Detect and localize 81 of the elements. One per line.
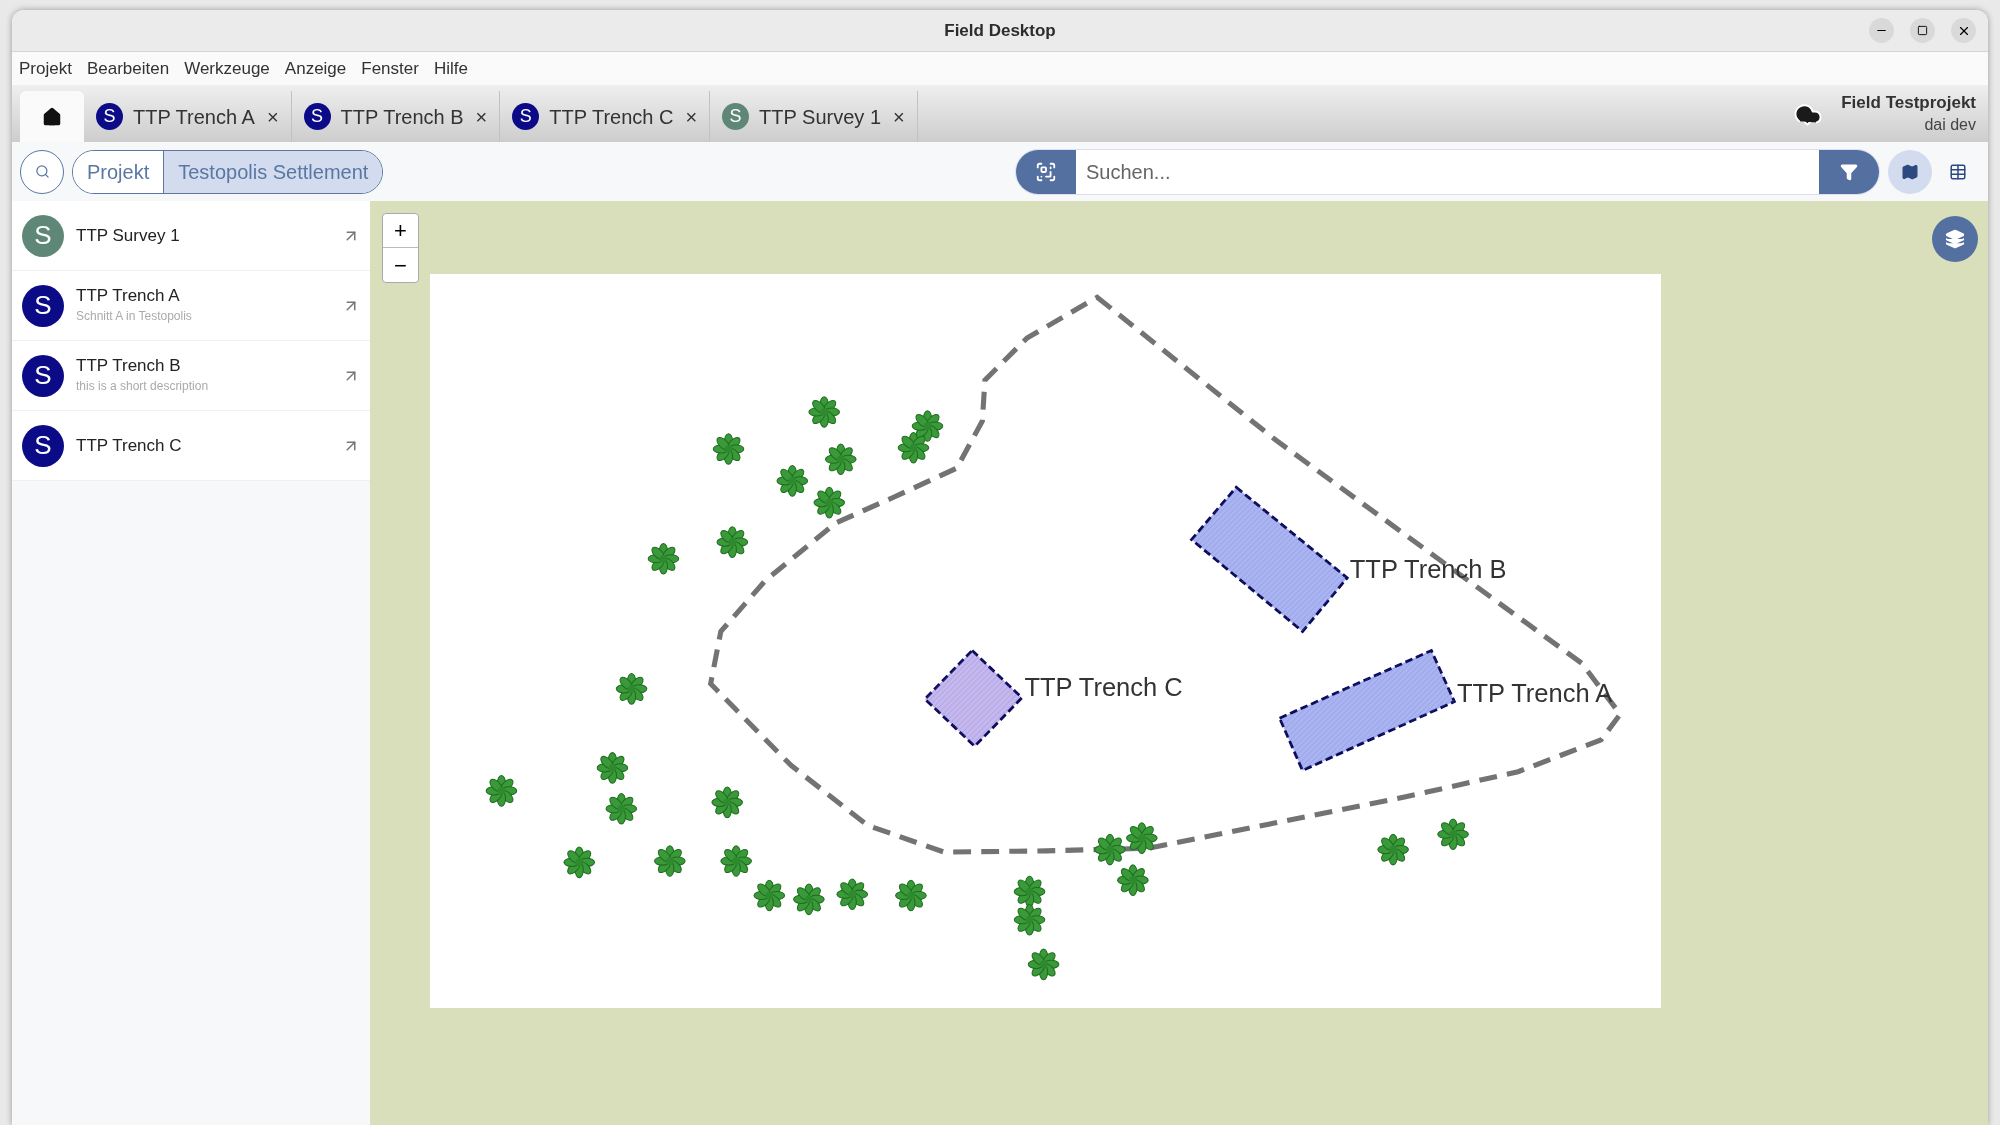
window-title: Field Desktop — [944, 20, 1056, 40]
tree-icon — [654, 845, 686, 877]
item-description: Schnitt A in Testopolis — [76, 307, 193, 325]
item-description: this is a short description — [76, 377, 210, 395]
tree-icon — [711, 786, 744, 819]
tab-label: TTP Trench B — [340, 104, 464, 130]
avatar: S — [303, 103, 331, 130]
tab-close-button[interactable]: × — [475, 101, 488, 132]
tree-icon — [753, 879, 786, 912]
project-name: Field Testprojekt — [1841, 91, 1976, 114]
tree-icon — [485, 775, 518, 807]
tree-icon — [605, 792, 638, 825]
zoom-out-button[interactable]: − — [383, 248, 418, 282]
layers-button[interactable] — [1932, 216, 1978, 262]
close-button[interactable] — [1951, 18, 1976, 43]
item-name: TTP Trench B — [76, 355, 182, 376]
map-view-button[interactable] — [1888, 149, 1932, 194]
tree-icon — [712, 433, 745, 465]
tree-icon — [1377, 833, 1409, 866]
trench-label: TTP Trench B — [1349, 554, 1507, 583]
tree-icon — [824, 443, 857, 476]
layers-icon — [1945, 229, 1965, 249]
tree-icon — [813, 486, 846, 519]
avatar: S — [22, 214, 64, 257]
tree-icon — [895, 879, 927, 912]
avatar: S — [512, 103, 540, 130]
tree-icon — [1126, 822, 1158, 854]
maximize-icon — [1917, 25, 1928, 36]
tree-icon — [1094, 833, 1126, 866]
breadcrumb-item[interactable]: Projekt — [73, 150, 164, 193]
item-name: TTP Survey 1 — [76, 225, 181, 246]
tree-icon — [1013, 875, 1046, 908]
avatar: S — [722, 103, 750, 130]
tree-icon — [776, 465, 809, 497]
home-icon — [41, 105, 63, 128]
maximize-button[interactable] — [1910, 18, 1935, 43]
tab-label: TTP Trench A — [133, 104, 255, 130]
tree-icon — [720, 845, 752, 877]
menu-item[interactable]: Hilfe — [433, 55, 468, 82]
sidebar-item[interactable]: S TTP Survey 1 — [12, 201, 370, 271]
tree-icon — [563, 846, 596, 879]
tree-icon — [1027, 948, 1060, 981]
tab-close-button[interactable]: × — [685, 101, 698, 132]
sidebar-item[interactable]: S TTP Trench C — [12, 411, 370, 481]
avatar: S — [22, 354, 64, 397]
tree-icon — [793, 883, 825, 916]
trench-label: TTP Trench C — [1024, 673, 1183, 702]
tab-close-button[interactable]: × — [266, 101, 279, 132]
menu-item[interactable]: Fenster — [361, 55, 419, 82]
menu-item[interactable]: Projekt — [19, 55, 72, 82]
tree-icon — [836, 878, 869, 911]
sidebar-item[interactable]: S TTP Trench B this is a short description — [12, 341, 370, 411]
search-button[interactable] — [20, 149, 64, 194]
tree-icon — [615, 673, 648, 705]
avatar: S — [22, 284, 64, 327]
tree-icon — [1117, 864, 1149, 896]
avatar: S — [96, 103, 123, 130]
menu-item[interactable]: Bearbeiten — [86, 55, 170, 82]
trench-label: TTP Trench A — [1456, 678, 1613, 707]
tab-label: TTP Survey 1 — [759, 104, 881, 130]
avatar: S — [22, 424, 64, 467]
tree-icon — [596, 752, 629, 784]
menu-item[interactable]: Anzeige — [284, 55, 347, 82]
tab-close-button[interactable]: × — [893, 101, 905, 132]
item-name: TTP Trench A — [76, 285, 181, 306]
tree-icon — [1437, 818, 1469, 851]
tree-icon — [716, 526, 749, 558]
user-name: dai dev — [1924, 114, 1976, 135]
tree-icon — [647, 542, 680, 575]
tab-label: TTP Trench C — [549, 104, 674, 130]
tree-icon — [897, 431, 930, 464]
zoom-in-button[interactable]: + — [383, 214, 418, 248]
sidebar-item[interactable]: S TTP Trench A Schnitt A in Testopolis — [12, 271, 370, 341]
tree-icon — [808, 396, 840, 428]
search-icon — [34, 164, 50, 179]
table-icon — [1949, 162, 1967, 181]
tree-icon — [1013, 903, 1046, 936]
map-icon — [1901, 162, 1919, 181]
item-name: TTP Trench C — [76, 435, 183, 456]
home-tab[interactable] — [20, 91, 84, 142]
menu-item[interactable]: Werkzeuge — [184, 55, 270, 82]
